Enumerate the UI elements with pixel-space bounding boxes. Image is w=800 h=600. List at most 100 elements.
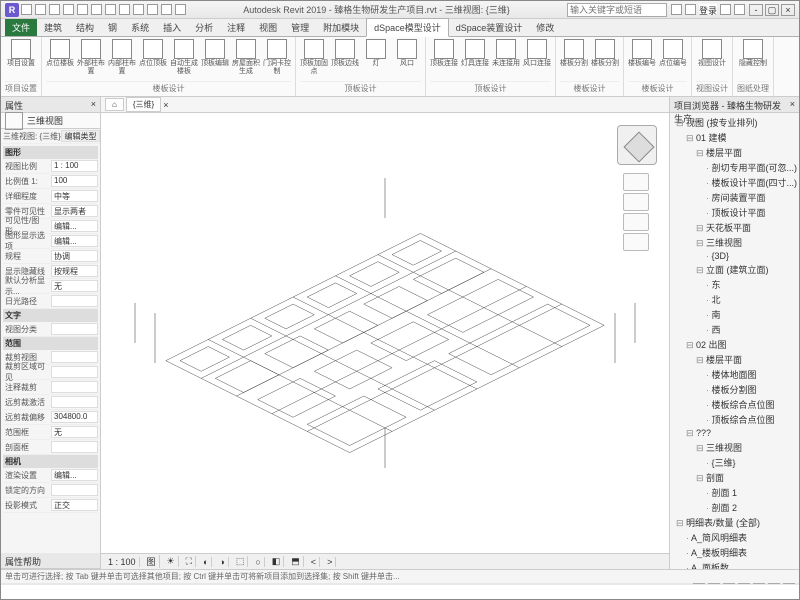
properties-help[interactable]: 属性帮助 [1,553,100,569]
ribbon-btn-3-0[interactable]: 顶板连接 [430,39,458,68]
tree-node[interactable]: A_面板数 [672,560,797,569]
tree-node[interactable]: 剖面 1 [672,485,797,500]
tab-1[interactable]: 建筑 [37,19,69,36]
ribbon-btn-7-0[interactable]: 隐藏控制 [739,39,767,68]
nav-wheel-icon[interactable] [623,173,649,191]
tree-node[interactable]: 西 [672,322,797,337]
tree-node[interactable]: 房间装置平面 [672,190,797,205]
edit-type-button[interactable]: 编辑类型 [61,130,100,142]
prop-row[interactable]: 剖面框 [3,440,98,455]
prop-row[interactable]: 裁剪区域可见 [3,365,98,380]
ribbon-btn-5-1[interactable]: 点位编号 [659,39,687,68]
ribbon-btn-2-2[interactable]: 灯 [362,39,390,76]
prop-row[interactable]: 远剪裁偏移304800.0 [3,410,98,425]
ribbon-btn-1-2[interactable]: 内部柱布置 [108,39,136,76]
prop-row[interactable]: 图形显示选项编辑... [3,234,98,249]
tree-node[interactable]: {3D} [672,250,797,262]
prop-row[interactable]: 投影模式正交 [3,498,98,513]
tree-node[interactable]: 楼体地面图 [672,367,797,382]
view-ctrl-11[interactable]: > [324,557,336,567]
ribbon-btn-1-4[interactable]: 自动生成楼板 [170,39,198,76]
ribbon-btn-2-3[interactable]: 风口 [393,39,421,76]
ribbon-btn-1-5[interactable]: 顶板编辑 [201,39,229,76]
ribbon-btn-1-7[interactable]: 门洞卡控制 [263,39,291,76]
tree-node[interactable]: 顶板综合点位图 [672,412,797,427]
cloud-icon[interactable] [720,4,731,15]
tree-node[interactable]: A_楼板明细表 [672,545,797,560]
view-ctrl-0[interactable]: 1 : 100 [105,557,140,567]
nav-zoom-icon[interactable] [623,213,649,231]
tree-node[interactable]: 楼板设计平面(四寸...) [672,175,797,190]
tab-11[interactable]: dSpace模型设计 [366,18,449,37]
prop-row[interactable]: 锁定的方向 [3,483,98,498]
view-ctrl-3[interactable]: ⛶ [183,556,196,567]
tree-node[interactable]: 立面 (建筑立面) [672,262,797,277]
ribbon-btn-4-1[interactable]: 楼板分割 [591,39,619,68]
tree-node[interactable]: 楼层平面 [672,145,797,160]
ribbon-btn-1-3[interactable]: 点位顶板 [139,39,167,76]
tree-node[interactable]: 楼板分割图 [672,382,797,397]
tree-node[interactable]: {三维} [672,455,797,470]
view-ctrl-4[interactable]: ◐ [200,557,212,567]
properties-close-icon[interactable]: × [91,99,96,110]
qat-print-icon[interactable] [77,4,88,15]
view-tab-close-icon[interactable]: × [163,100,168,110]
ribbon-btn-3-1[interactable]: 灯具连接 [461,39,489,68]
maximize-button[interactable]: ▢ [765,4,779,16]
tab-8[interactable]: 视图 [252,19,284,36]
tab-2[interactable]: 结构 [69,19,101,36]
qat-3d-icon[interactable] [147,4,158,15]
prop-row[interactable]: 范围框无 [3,425,98,440]
ribbon-btn-3-2[interactable]: 未连接用 [492,39,520,68]
ribbon-btn-6-0[interactable]: 视图设计 [698,39,726,68]
tree-node[interactable]: 剖面 2 [672,500,797,515]
tree-node[interactable]: 南 [672,307,797,322]
tree-node[interactable]: 视图 (按专业排列) [672,115,797,130]
prop-row[interactable]: 日光路径 [3,294,98,309]
help-icon[interactable] [734,4,745,15]
tree-node[interactable]: 楼层平面 [672,352,797,367]
qat-redo-icon[interactable] [63,4,74,15]
qat-open-icon[interactable] [21,4,32,15]
tab-0[interactable]: 文件 [5,19,37,36]
view-ctrl-1[interactable]: 图 [144,555,160,568]
qat-save-icon[interactable] [35,4,46,15]
tree-node[interactable]: 北 [672,292,797,307]
view-cube[interactable] [617,125,657,165]
tree-node[interactable]: 明细表/数量 (全部) [672,515,797,530]
browser-close-icon[interactable]: × [790,99,795,110]
tree-node[interactable]: ??? [672,427,797,440]
prop-row[interactable]: 渲染设置编辑... [3,468,98,483]
qat-section-icon[interactable] [133,4,144,15]
close-button[interactable]: × [781,4,795,16]
tree-node[interactable]: 顶板设计平面 [672,205,797,220]
tree-node[interactable]: 三维视图 [672,440,797,455]
tree-node[interactable]: 剖切专用平面(可忽...) [672,160,797,175]
ribbon-btn-1-1[interactable]: 外部柱布置 [77,39,105,76]
prop-row[interactable]: 详细程度中等 [3,189,98,204]
help-search-input[interactable] [567,3,667,17]
tree-node[interactable]: 东 [672,277,797,292]
tab-7[interactable]: 注释 [220,19,252,36]
view-ctrl-8[interactable]: ◧ [269,556,285,567]
view-ctrl-2[interactable]: ☀ [164,556,179,567]
ribbon-btn-3-3[interactable]: 风口连接 [523,39,551,68]
search-icon[interactable] [671,4,682,15]
prop-row[interactable]: 默认分析显示...无 [3,279,98,294]
tab-13[interactable]: 修改 [529,19,561,36]
qat-sync-icon[interactable] [161,4,172,15]
qat-text-icon[interactable] [119,4,130,15]
ribbon-btn-1-0[interactable]: 点位楼板 [46,39,74,76]
ribbon-btn-5-0[interactable]: 楼板编号 [628,39,656,68]
tree-node[interactable]: A_简风明细表 [672,530,797,545]
prop-row[interactable]: 注释裁剪 [3,380,98,395]
tab-6[interactable]: 分析 [188,19,220,36]
tree-node[interactable]: 天花板平面 [672,220,797,235]
prop-row[interactable]: 视图比例1 : 100 [3,159,98,174]
prop-row[interactable]: 视图分类 [3,322,98,337]
tab-9[interactable]: 管理 [284,19,316,36]
nav-orbit-icon[interactable] [623,233,649,251]
prop-row[interactable]: 比例值 1:100 [3,174,98,189]
drawing-area[interactable] [101,113,669,553]
prop-row[interactable]: 远剪裁激活 [3,395,98,410]
